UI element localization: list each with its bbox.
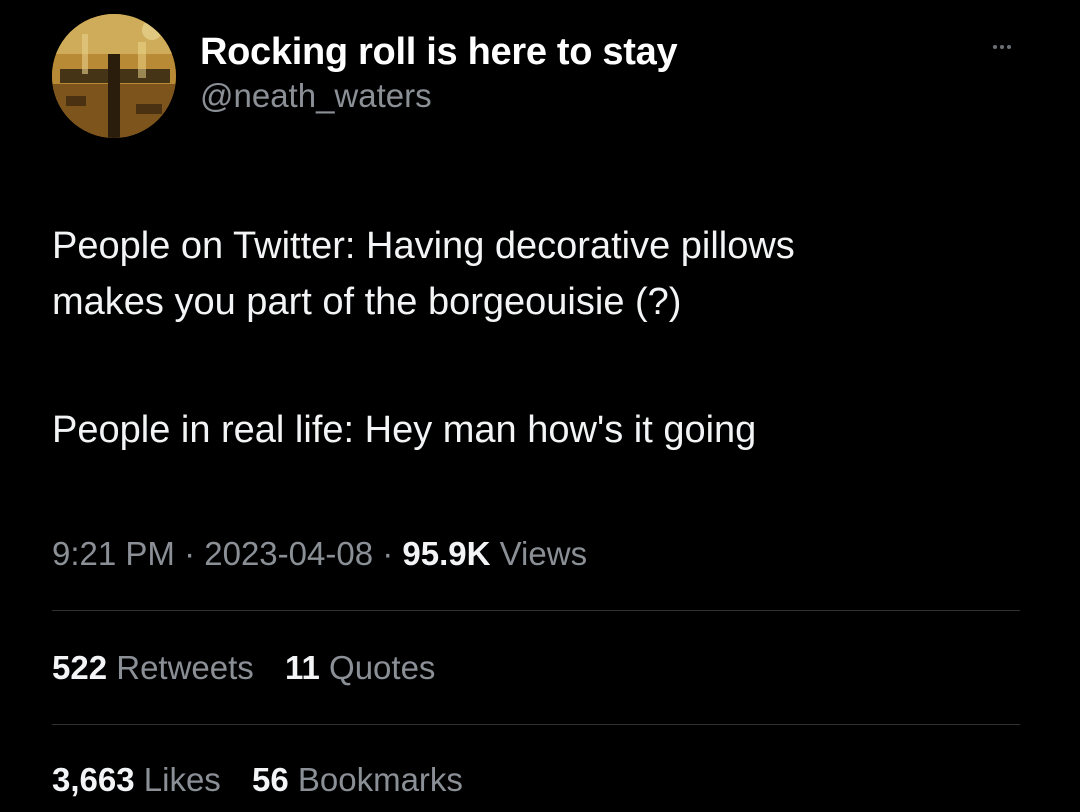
ellipsis-icon-dot bbox=[1000, 45, 1004, 49]
retweets-label: Retweets bbox=[116, 649, 254, 686]
engagement-row-2: 3,663 Likes 56 Bookmarks bbox=[52, 756, 485, 804]
quotes-label: Quotes bbox=[329, 649, 436, 686]
divider bbox=[52, 610, 1020, 611]
likes-count: 3,663 bbox=[52, 761, 135, 798]
tweet-card: Rocking roll is here to stay @neath_wate… bbox=[0, 0, 1080, 812]
engagement-row-1: 522 Retweets 11 Quotes bbox=[52, 644, 457, 692]
tweet-time[interactable]: 9:21 PM bbox=[52, 535, 175, 572]
likes-label: Likes bbox=[143, 761, 221, 798]
more-options-button[interactable] bbox=[982, 32, 1022, 62]
tweet-header: Rocking roll is here to stay @neath_wate… bbox=[52, 14, 1032, 138]
quotes-count: 11 bbox=[284, 649, 320, 686]
retweets-stat[interactable]: 522 Retweets bbox=[52, 644, 254, 692]
quotes-stat[interactable]: 11 Quotes bbox=[285, 644, 435, 692]
bookmarks-label: Bookmarks bbox=[297, 761, 463, 798]
tweet-text-line: People on Twitter: Having decorative pil… bbox=[52, 225, 795, 267]
views-label: Views bbox=[499, 535, 588, 572]
retweets-count: 522 bbox=[52, 649, 108, 686]
ellipsis-icon-dot bbox=[1007, 45, 1011, 49]
avatar-image bbox=[52, 14, 176, 138]
views-count: 95.9K bbox=[402, 535, 491, 572]
user-info: Rocking roll is here to stay @neath_wate… bbox=[200, 30, 678, 118]
bookmarks-stat[interactable]: 56 Bookmarks bbox=[252, 756, 463, 804]
bookmarks-count: 56 bbox=[251, 761, 289, 798]
avatar[interactable] bbox=[52, 14, 176, 138]
tweet-date[interactable]: 2023-04-08 bbox=[204, 535, 373, 572]
ellipsis-icon bbox=[993, 45, 997, 49]
tweet-text-line: makes you part of the borgeouisie (?) bbox=[52, 281, 682, 323]
meta-separator: · bbox=[184, 535, 196, 572]
display-name[interactable]: Rocking roll is here to stay bbox=[200, 30, 678, 74]
tweet-text: People on Twitter: Having decorative pil… bbox=[52, 218, 1032, 458]
tweet-text-line: People in real life: Hey man how's it go… bbox=[52, 409, 757, 451]
user-handle[interactable]: @neath_waters bbox=[200, 74, 677, 118]
likes-stat[interactable]: 3,663 Likes bbox=[52, 756, 221, 804]
meta-separator: · bbox=[382, 535, 394, 572]
divider bbox=[52, 724, 1020, 725]
tweet-metadata: 9:21 PM · 2023-04-08 · 95.9K Views bbox=[52, 530, 587, 578]
